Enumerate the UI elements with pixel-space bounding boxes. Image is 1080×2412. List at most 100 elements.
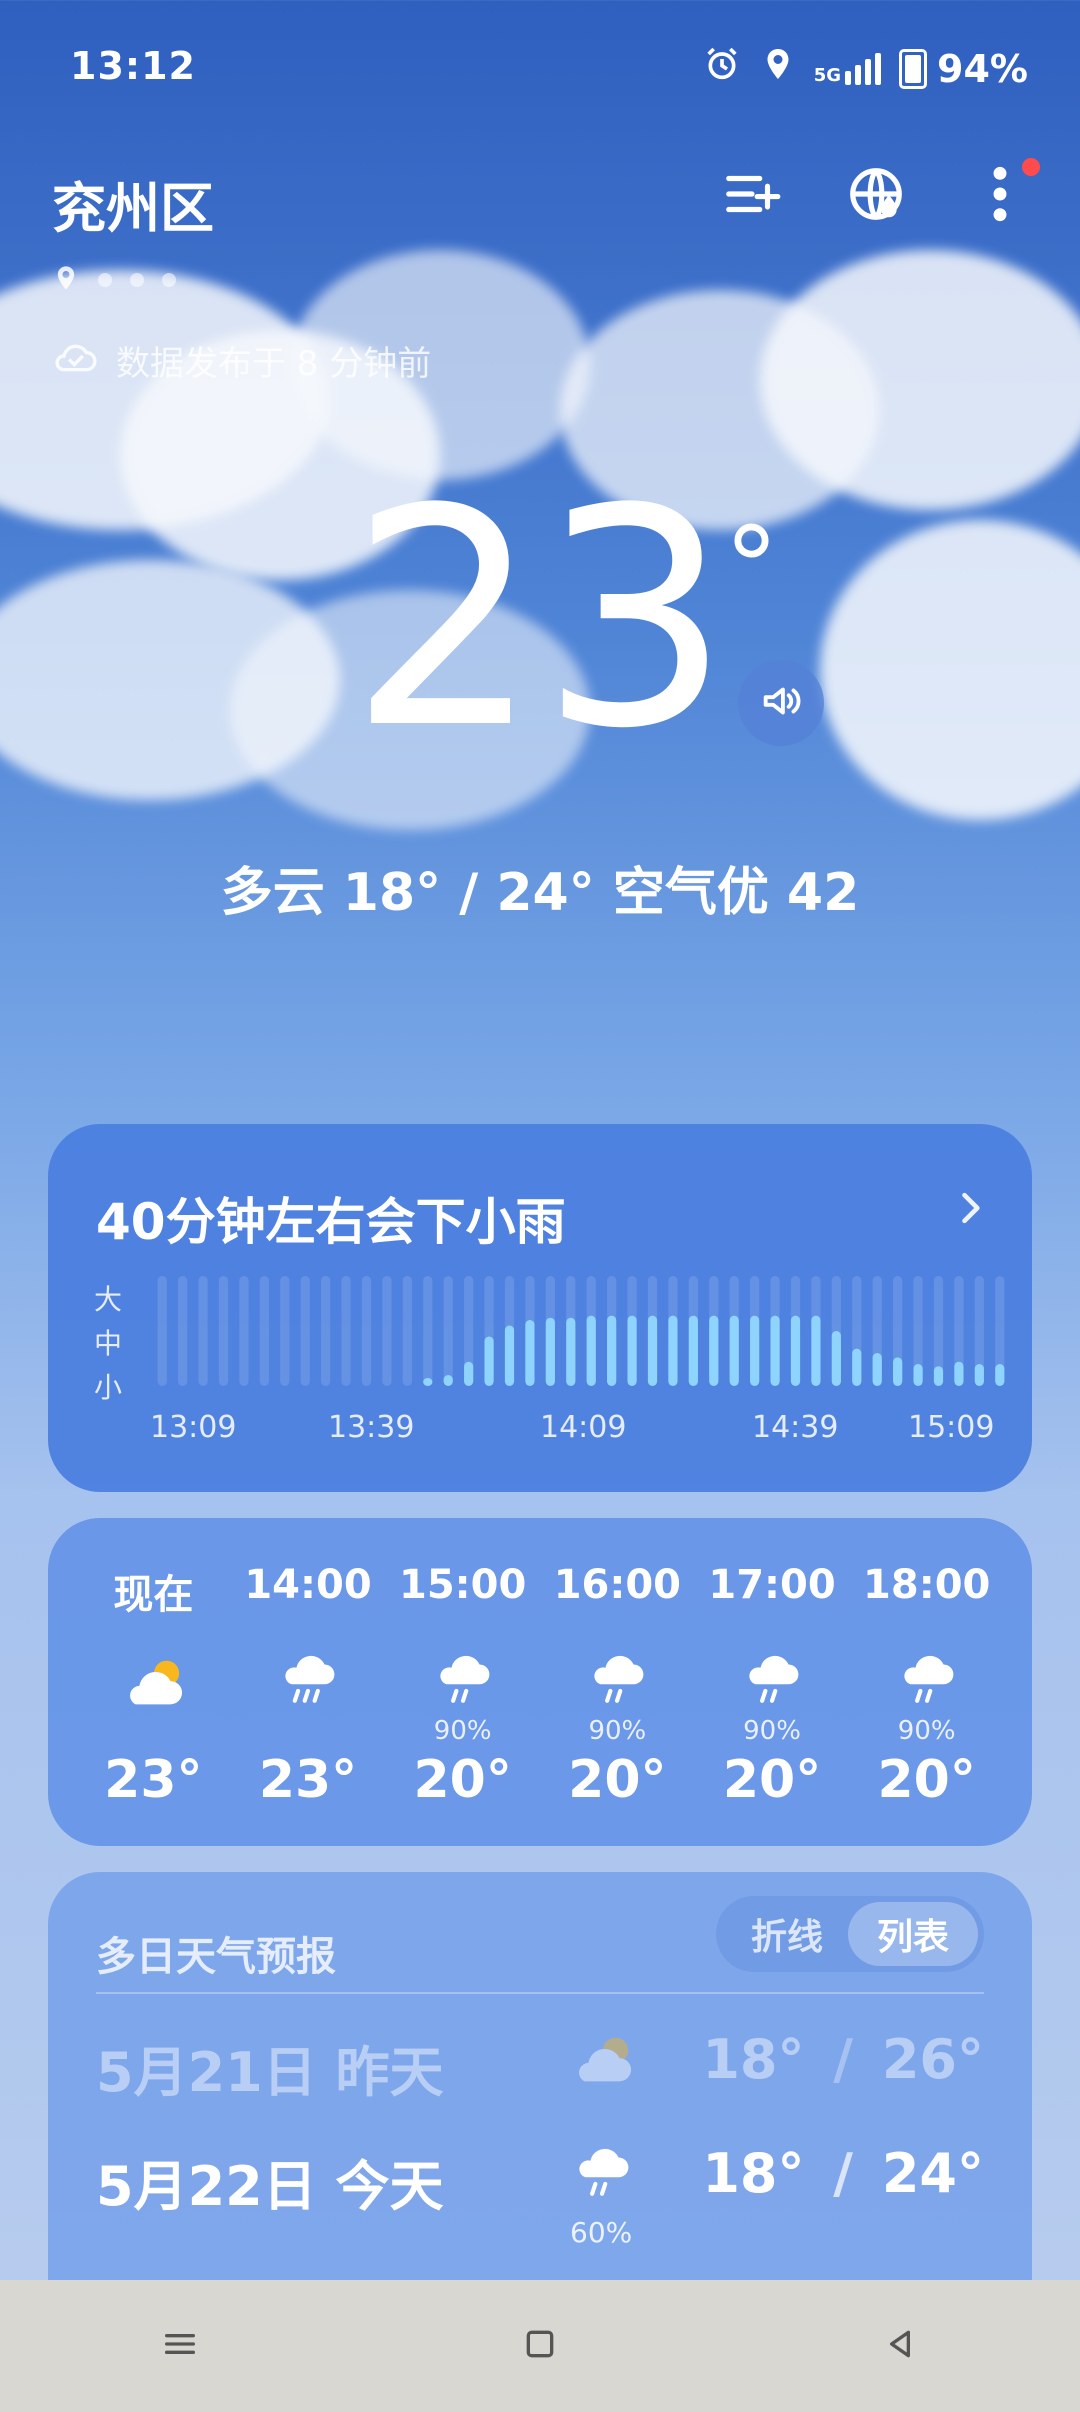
rain-bar	[954, 1361, 964, 1386]
rain-bar	[893, 1357, 903, 1386]
hourly-forecast-card[interactable]: 现在 23° 14:00 23° 15:00 90% 20° 16:00 90%…	[48, 1518, 1032, 1846]
toggle-list-option[interactable]: 列表	[848, 1902, 978, 1966]
location-icon	[760, 44, 796, 93]
precipitation-card[interactable]: 40分钟左右会下小雨 大 中 小 13:09 13:39 14:09 14:39…	[48, 1124, 1032, 1492]
rain-bar	[709, 1315, 719, 1386]
rain-bar-track	[341, 1276, 351, 1386]
rain-bar	[729, 1315, 739, 1386]
day-high: 24°	[881, 2142, 984, 2205]
battery-icon	[899, 48, 928, 89]
hour-item[interactable]: 16:00 90% 20°	[540, 1562, 695, 1810]
recent-apps-button[interactable]	[135, 2301, 225, 2391]
partly-cloudy-sun-icon	[114, 1628, 192, 1714]
toggle-line-option[interactable]: 折线	[722, 1896, 852, 1972]
rain-bar-track	[423, 1276, 433, 1386]
axis-label-heavy: 大	[94, 1283, 123, 1316]
axis-label-light: 小	[94, 1371, 123, 1404]
hour-time: 18:00	[863, 1562, 991, 1608]
forecast-title: 多日天气预报	[96, 1934, 336, 1980]
rain-bar	[913, 1364, 923, 1386]
voice-broadcast-button[interactable]	[738, 660, 824, 746]
city-name[interactable]: 兖州区	[52, 164, 214, 243]
chevron-right-icon[interactable]	[948, 1186, 992, 1230]
rain-tick: 13:09	[150, 1410, 237, 1445]
battery-level: 94%	[937, 46, 1028, 91]
day-high: 26°	[881, 2028, 984, 2091]
rain-bar	[974, 1364, 984, 1386]
current-temperature: 23	[349, 445, 731, 794]
forecast-day-row[interactable]: 5月21日 昨天 18° / 26°	[96, 2020, 984, 2120]
rain-bar-track	[178, 1276, 188, 1386]
rain-bar	[484, 1336, 494, 1386]
rain-bar-track	[280, 1276, 290, 1386]
rain-bar	[770, 1315, 780, 1386]
hour-time: 17:00	[708, 1562, 836, 1608]
rain-bar	[790, 1315, 801, 1386]
rain-bar	[933, 1366, 944, 1386]
status-bar: 13:12 5G 94%	[0, 0, 1080, 140]
rain-bar	[443, 1375, 453, 1386]
hour-precip-prob: 90%	[433, 1716, 492, 1746]
signal-icon: 5G	[814, 52, 882, 85]
hour-temp: 20°	[413, 1750, 512, 1810]
hour-precip-prob: 90%	[588, 1716, 647, 1746]
alarm-icon	[702, 44, 742, 93]
hour-temp: 23°	[258, 1750, 358, 1810]
more-vert-icon	[990, 163, 1010, 229]
rain-intensity-chart	[157, 1276, 1005, 1386]
location-pin-icon	[52, 262, 80, 298]
rain-bar-track	[300, 1276, 310, 1386]
temp-separator: /	[833, 2142, 854, 2205]
hour-item[interactable]: 14:00 23°	[231, 1562, 386, 1810]
global-weather-button[interactable]	[840, 160, 912, 232]
rain-bar	[831, 1331, 841, 1386]
day-precip-prob: 60%	[570, 2216, 633, 2249]
hour-item[interactable]: 18:00 90% 20°	[849, 1562, 1004, 1810]
battery: 94%	[899, 47, 1028, 91]
rain-bar	[750, 1315, 760, 1386]
rain-bar	[668, 1315, 678, 1386]
rain-bar	[688, 1315, 698, 1386]
rain-bar-track	[239, 1276, 249, 1386]
rain-bar	[995, 1364, 1005, 1386]
rain-bar-track	[157, 1276, 167, 1386]
page-dot	[162, 273, 176, 287]
forecast-day-row[interactable]: 5月22日 今天 60% 18° / 24°	[96, 2134, 984, 2249]
rain-bar-track	[218, 1276, 229, 1386]
page-dot	[130, 273, 144, 287]
rain-cloud-icon	[584, 1628, 650, 1714]
hour-time: 15:00	[399, 1562, 527, 1608]
rain-bar	[504, 1325, 515, 1386]
weather-summary: 多云 18° / 24° 空气优 42	[220, 863, 860, 923]
rain-tick: 14:09	[540, 1410, 627, 1445]
rain-tick: 15:09	[908, 1410, 995, 1445]
view-toggle[interactable]: 折线 列表	[716, 1896, 984, 1972]
hour-time: 14:00	[244, 1562, 372, 1608]
forecast-divider	[96, 1992, 984, 1994]
hour-precip-prob: 90%	[743, 1716, 801, 1746]
back-button[interactable]	[855, 2301, 945, 2391]
more-menu-button[interactable]	[964, 158, 1040, 232]
rain-intensity-axis: 大 中 小	[94, 1278, 122, 1406]
temperature-degree: °	[724, 503, 779, 631]
page-dot	[98, 273, 112, 287]
rain-bar	[607, 1315, 617, 1386]
back-triangle-icon	[880, 2324, 920, 2368]
hour-item[interactable]: 17:00 90% 20°	[695, 1562, 850, 1810]
rain-cloud-icon	[562, 2134, 642, 2214]
cloud-check-icon	[52, 336, 100, 385]
home-button[interactable]	[495, 2301, 585, 2391]
rain-bar	[423, 1378, 433, 1386]
temp-separator: /	[833, 2028, 854, 2091]
rain-bar-track	[321, 1276, 331, 1386]
hour-time: 16:00	[553, 1562, 682, 1608]
rain-bar-track	[198, 1276, 208, 1386]
speaker-icon	[758, 678, 804, 728]
hour-item[interactable]: 现在 23°	[76, 1562, 231, 1810]
globe-icon	[845, 163, 907, 229]
rain-bar	[627, 1315, 637, 1386]
partly-cloudy-sun-icon	[562, 2020, 642, 2100]
add-city-button[interactable]	[716, 160, 788, 232]
rain-bar	[647, 1315, 658, 1386]
hour-item[interactable]: 15:00 90% 20°	[385, 1562, 540, 1810]
